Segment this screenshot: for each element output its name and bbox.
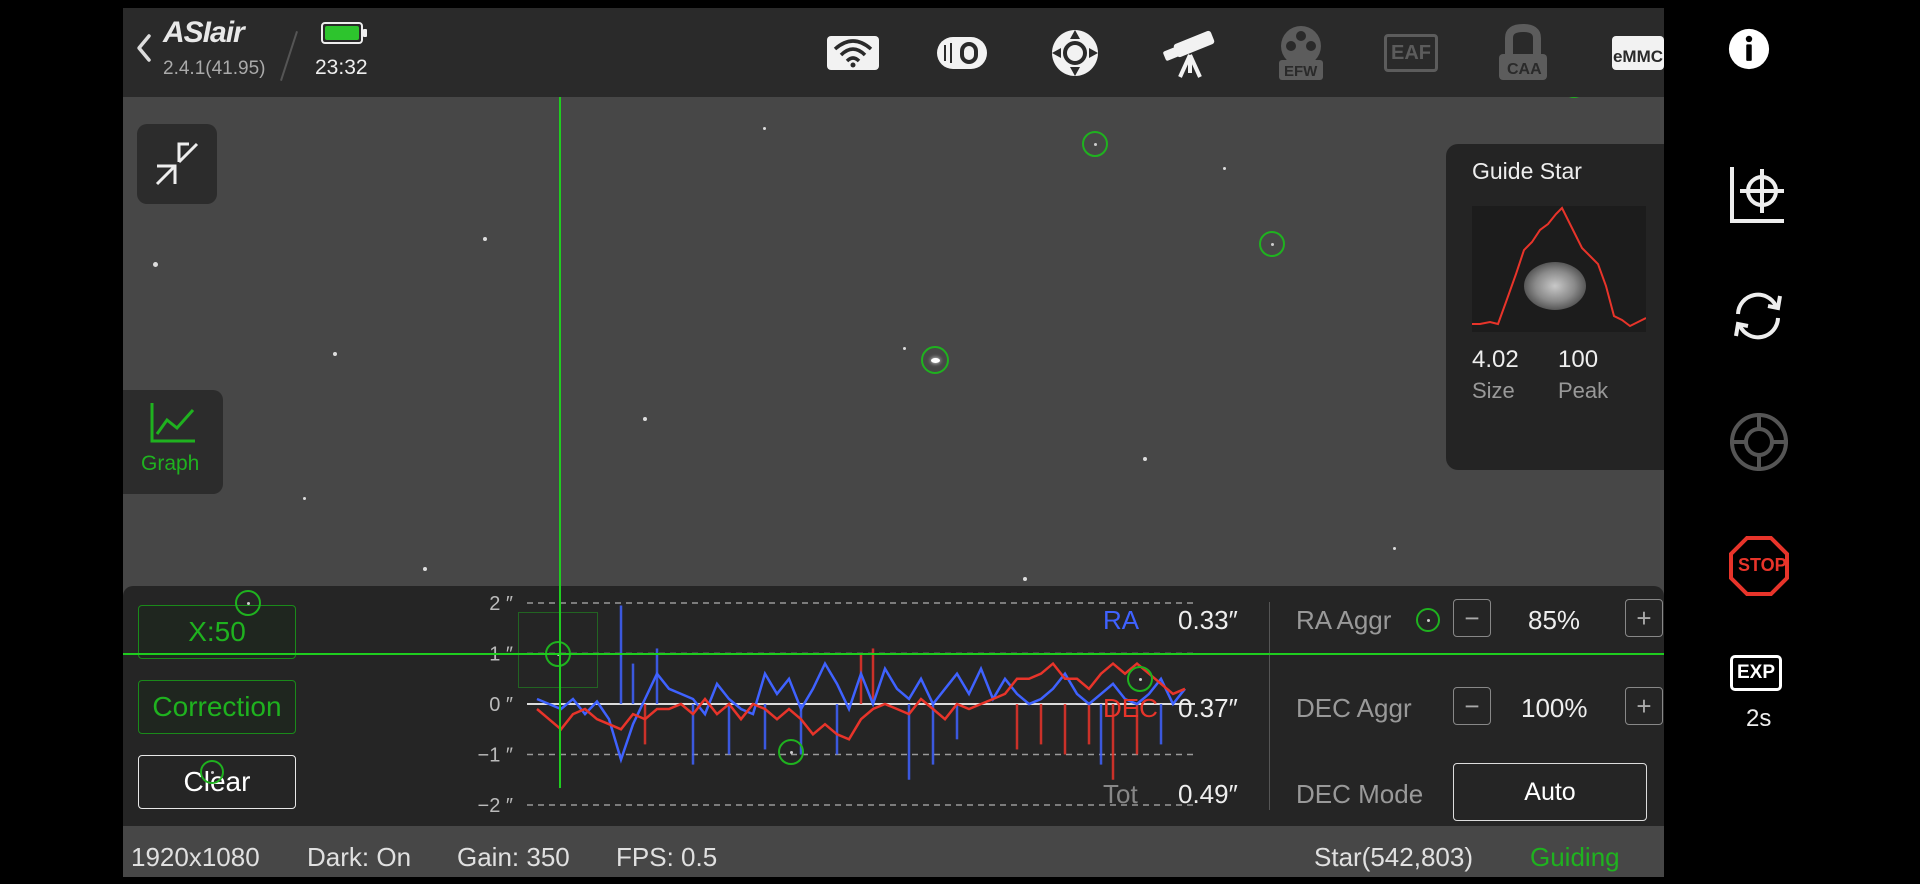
info-button[interactable]: [1728, 26, 1770, 72]
chevron-left-icon: [137, 34, 151, 62]
guide-star-profile: [1472, 206, 1646, 332]
detected-star-marker: [1259, 231, 1285, 257]
graph-label: Graph: [141, 452, 200, 475]
brand-logo: ASIair: [163, 16, 245, 49]
target-button[interactable]: [1728, 411, 1790, 473]
ra-rms-value: 0.33″: [1178, 605, 1238, 635]
dec-label: DEC: [1103, 693, 1158, 723]
size-label: Size: [1472, 378, 1515, 403]
graph-icon: [150, 403, 195, 443]
telescope-button[interactable]: [1160, 30, 1220, 78]
refresh-icon: [1734, 292, 1782, 340]
y-tick-label: 2 ″: [489, 593, 513, 615]
detected-star-marker: [1082, 131, 1108, 157]
tot-label: Tot: [1103, 779, 1138, 809]
exposure-value: 2s: [1746, 705, 1772, 732]
wifi-button[interactable]: [826, 30, 880, 76]
status-gain: Gain: 350: [457, 842, 570, 872]
dec-aggr-label: DEC Aggr: [1296, 693, 1412, 723]
efw-label: EFW: [1284, 63, 1318, 80]
guide-star-panel: Guide Star 4.02 100 Size Peak: [1446, 144, 1664, 470]
tot-rms-value: 0.49″: [1178, 779, 1238, 809]
guide-calibrate-button[interactable]: [1728, 163, 1788, 225]
divider: [280, 30, 298, 82]
detected-star-marker: [1127, 666, 1153, 692]
telescope-icon: [1163, 30, 1215, 78]
emmc-label: eMMC: [1612, 47, 1664, 66]
guide-button[interactable]: [1050, 30, 1100, 76]
dec-aggr-increase-button[interactable]: +: [1625, 687, 1663, 725]
status-fps: FPS: 0.5: [616, 842, 718, 872]
collapse-icon: [155, 142, 199, 186]
detected-star-marker: [200, 760, 224, 784]
guiding-graph: 2 ″1 ″0 ″−1 ″−2 ″: [478, 593, 1195, 817]
y-tick-label: −1 ″: [478, 745, 513, 767]
eaf-button[interactable]: EAF: [1383, 30, 1439, 76]
exposure-button[interactable]: EXP: [1728, 653, 1784, 693]
peak-label: Peak: [1558, 378, 1609, 403]
version-text: 2.4.1(41.95): [163, 58, 266, 79]
efw-button[interactable]: EFW: [1273, 23, 1329, 83]
back-button[interactable]: [133, 28, 155, 68]
graph-toggle-button[interactable]: Graph: [123, 390, 223, 494]
ra-aggr-value: 85%: [1528, 605, 1581, 635]
detected-star-marker: [1561, 97, 1587, 98]
status-dark: Dark: On: [307, 842, 412, 872]
collapse-view-button[interactable]: [137, 124, 217, 204]
dec-mode-label: DEC Mode: [1296, 779, 1424, 809]
target-icon: [1730, 413, 1788, 471]
status-resolution: 1920x1080: [131, 842, 260, 872]
ra-aggr-increase-button[interactable]: +: [1625, 599, 1663, 637]
guide-scope-icon: [1052, 30, 1098, 76]
clock-text: 23:32: [315, 56, 368, 79]
crosshair-vertical: [559, 97, 561, 788]
dec-aggr-value: 100%: [1521, 693, 1588, 723]
correction-button[interactable]: Correction: [138, 680, 296, 734]
exposure-label: EXP: [1736, 662, 1776, 683]
ra-label: RA: [1103, 605, 1140, 635]
calibrate-icon: [1730, 167, 1784, 223]
detected-star-marker: [1416, 608, 1440, 632]
top-bar: ASIair 2.4.1(41.95) 23:32 EFW EAF CAA eM…: [123, 8, 1664, 97]
divider: [1269, 602, 1270, 810]
info-icon: [1728, 28, 1770, 70]
guide-star-marker[interactable]: [921, 346, 949, 374]
status-guiding: Guiding: [1530, 842, 1620, 872]
selection-box: [518, 612, 598, 688]
stop-button[interactable]: STOP: [1728, 535, 1790, 597]
focuser-button[interactable]: [935, 30, 989, 76]
ra-aggr-decrease-button[interactable]: −: [1453, 599, 1491, 637]
stop-label: STOP: [1738, 555, 1787, 575]
live-view[interactable]: Graph Guide Star 4.02 100 Size Peak X:50…: [123, 97, 1664, 877]
caa-button[interactable]: CAA: [1495, 23, 1551, 83]
battery-icon: [321, 22, 367, 44]
ra-aggr-label: RA Aggr: [1296, 605, 1392, 635]
detected-star-marker: [235, 590, 261, 616]
caa-label: CAA: [1507, 61, 1542, 78]
eaf-label: EAF: [1391, 41, 1431, 64]
refresh-button[interactable]: [1728, 286, 1788, 346]
y-tick-label: 0 ″: [489, 694, 513, 716]
status-star: Star(542,803): [1314, 842, 1473, 872]
y-tick-label: −2 ″: [478, 795, 513, 817]
size-value: 4.02: [1472, 346, 1519, 373]
focuser-icon: [937, 37, 987, 69]
dec-aggr-decrease-button[interactable]: −: [1453, 687, 1491, 725]
emmc-icon: eMMC: [1612, 36, 1664, 70]
dec-rms-value: 0.37″: [1178, 693, 1238, 723]
star-profile-curve: [1472, 206, 1646, 328]
wifi-icon: [827, 36, 879, 70]
emmc-button[interactable]: eMMC: [1611, 30, 1665, 76]
crosshair-horizontal: [123, 653, 1664, 655]
x-scale-button[interactable]: X:50: [138, 605, 296, 659]
exposure-icon: EXP: [1730, 655, 1782, 691]
dec-mode-select[interactable]: Auto: [1453, 763, 1647, 821]
guide-star-title: Guide Star: [1472, 158, 1582, 184]
peak-value: 100: [1558, 346, 1599, 373]
detected-star-marker: [778, 739, 804, 765]
